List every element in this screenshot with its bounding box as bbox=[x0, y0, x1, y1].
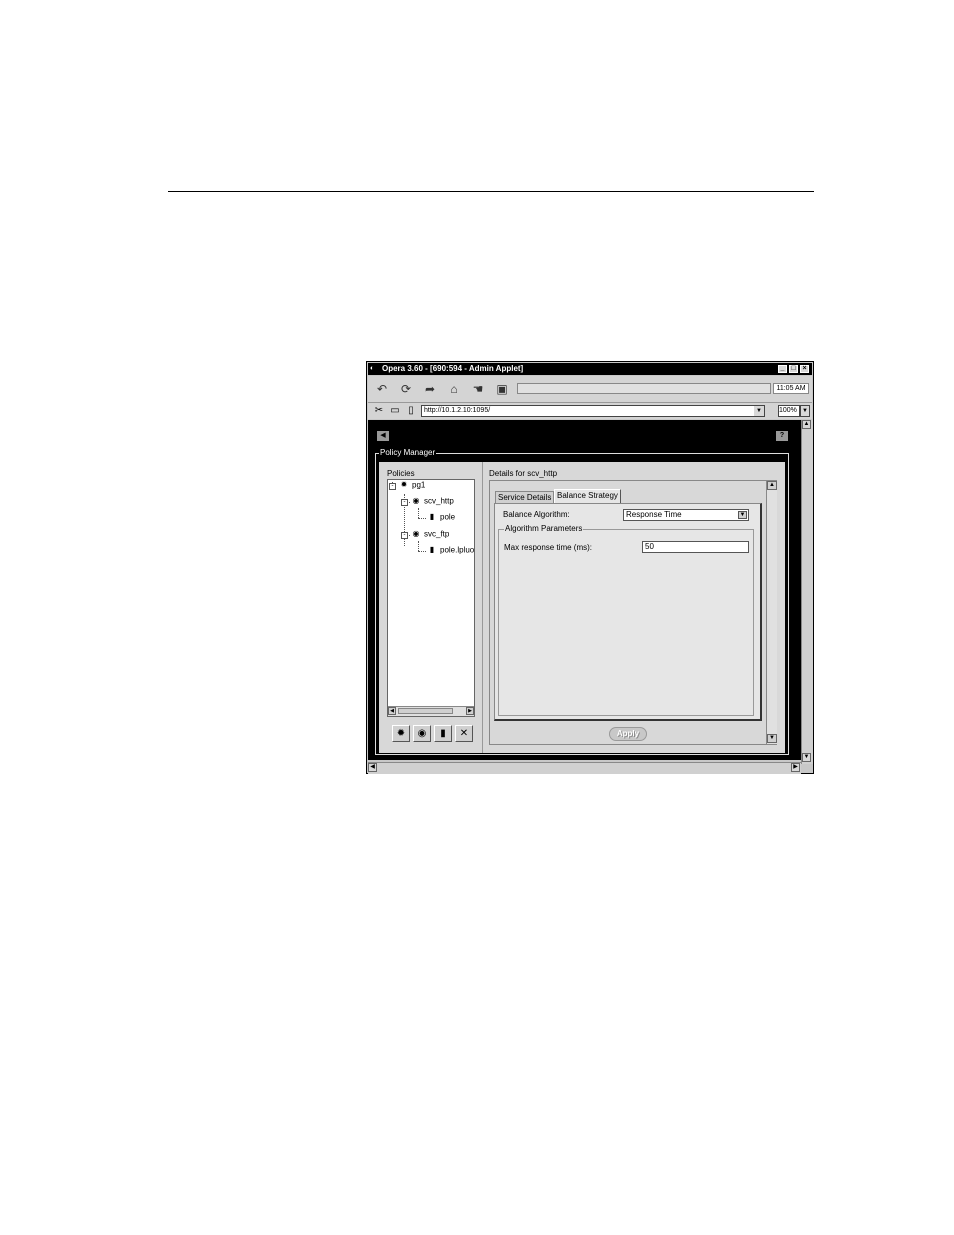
server-icon: ▮ bbox=[429, 545, 435, 554]
home-icon[interactable]: ⌂ bbox=[446, 381, 462, 397]
tree-item-pg1[interactable]: ✹ pg1 bbox=[398, 480, 426, 491]
maximize-button[interactable]: □ bbox=[789, 365, 798, 373]
scroll-right-icon[interactable]: ▶ bbox=[466, 707, 474, 715]
expand-svc-ftp-icon[interactable]: - bbox=[401, 532, 408, 539]
max-response-time-label: Max response time (ms): bbox=[504, 543, 593, 552]
tree-horizontal-scrollbar[interactable]: ◀ ▶ bbox=[388, 706, 474, 716]
service-icon: ◉ bbox=[412, 529, 420, 538]
tree-item-svc-ftp[interactable]: ◉ svc_ftp bbox=[410, 529, 450, 540]
page-icon[interactable]: ▣ bbox=[494, 381, 510, 397]
scroll-up-icon[interactable]: ▲ bbox=[767, 481, 777, 490]
expand-scv-http-icon[interactable]: - bbox=[401, 499, 408, 506]
tools-icon[interactable]: ✂ bbox=[373, 405, 385, 417]
scroll-down-icon[interactable]: ▼ bbox=[767, 734, 777, 743]
scroll-right-icon[interactable]: ▶ bbox=[791, 763, 800, 772]
balance-algorithm-value: Response Time bbox=[626, 510, 682, 519]
scroll-down-icon[interactable]: ▼ bbox=[802, 753, 811, 762]
add-group-button[interactable]: ✹ bbox=[392, 725, 410, 742]
browser-window: ◐ Opera 3.60 - [690:594 - Admin Applet] … bbox=[366, 361, 814, 774]
forward-icon[interactable]: ➦ bbox=[422, 381, 438, 397]
back-icon[interactable]: ↶ bbox=[374, 381, 390, 397]
progress-bar bbox=[517, 383, 771, 394]
policy-manager-panel: Policy Manager Policies - ✹ pg1 - ◉ scv_… bbox=[375, 448, 789, 755]
chevron-down-icon[interactable]: ▼ bbox=[738, 511, 747, 519]
scroll-up-icon[interactable]: ▲ bbox=[802, 420, 811, 429]
url-input[interactable]: http://10.1.2.10:1095/ ▼ bbox=[421, 405, 765, 417]
expand-pg1-icon[interactable]: - bbox=[389, 483, 396, 490]
delete-button[interactable]: ✕ bbox=[455, 725, 473, 742]
scroll-thumb[interactable] bbox=[398, 708, 453, 714]
zoom-dropdown-icon[interactable]: ▼ bbox=[800, 405, 810, 417]
page-content: ◀ ? Policy Manager Policies - ✹ pg1 - ◉ … bbox=[368, 420, 801, 760]
window-title: Opera 3.60 - [690:594 - Admin Applet] bbox=[382, 364, 524, 373]
applet-back-icon[interactable]: ◀ bbox=[377, 431, 389, 441]
page-horizontal-scrollbar[interactable]: ◀ ▶ bbox=[368, 762, 801, 774]
add-service-button[interactable]: ◉ bbox=[413, 725, 431, 742]
toolbar: ↶ ⟳ ➦ ⌂ ☚ ▣ 11:05 AM bbox=[368, 376, 812, 403]
close-button[interactable]: × bbox=[800, 365, 809, 373]
scroll-left-icon[interactable]: ◀ bbox=[388, 707, 396, 715]
policy-manager-body: Policies - ✹ pg1 - ◉ scv_http ▮ pole - ◉… bbox=[379, 462, 785, 753]
details-panel: Service Details Balance Strategy Balance… bbox=[489, 480, 777, 745]
page-rule bbox=[168, 191, 814, 192]
title-bar: ◐ Opera 3.60 - [690:594 - Admin Applet] … bbox=[368, 363, 812, 375]
policies-label: Policies bbox=[387, 469, 415, 478]
scroll-left-icon[interactable]: ◀ bbox=[368, 763, 377, 772]
server-icon: ▮ bbox=[429, 512, 435, 521]
hotlist-icon[interactable]: ☚ bbox=[470, 381, 486, 397]
url-text: http://10.1.2.10:1095/ bbox=[424, 407, 491, 414]
max-response-time-input[interactable]: 50 bbox=[642, 541, 749, 553]
page-vertical-scrollbar[interactable]: ▲ ▼ bbox=[801, 420, 813, 764]
reload-icon[interactable]: ⟳ bbox=[398, 381, 414, 397]
clock: 11:05 AM bbox=[773, 383, 809, 394]
algorithm-parameters-title: Algorithm Parameters bbox=[504, 524, 584, 534]
policy-manager-title: Policy Manager bbox=[379, 448, 437, 458]
service-icon: ◉ bbox=[412, 496, 420, 505]
algorithm-parameters-group: Algorithm Parameters Max response time (… bbox=[498, 524, 754, 716]
policy-tree: - ✹pg1 - ◉scv_http ▮pole - ◉svc_ftp bbox=[387, 479, 475, 717]
panel-divider bbox=[482, 462, 483, 753]
document-icon[interactable]: ▯ bbox=[405, 405, 417, 417]
apply-button[interactable]: Apply bbox=[609, 727, 647, 741]
balance-algorithm-select[interactable]: Response Time ▼ bbox=[623, 509, 749, 521]
group-icon: ✹ bbox=[400, 480, 408, 489]
opera-icon: ◐ bbox=[370, 365, 375, 372]
tree-item-scv-http[interactable]: ◉ scv_http bbox=[410, 496, 454, 507]
details-label: Details for scv_http bbox=[489, 469, 558, 478]
help-icon[interactable]: ? bbox=[776, 431, 788, 441]
zoom-field[interactable]: 100% bbox=[778, 405, 800, 417]
balance-algorithm-label: Balance Algorithm: bbox=[503, 510, 570, 519]
add-server-button[interactable]: ▮ bbox=[434, 725, 452, 742]
minimize-button[interactable]: _ bbox=[778, 365, 787, 373]
address-bar: ✂ ▭ ▯ http://10.1.2.10:1095/ ▼ 100% ▼ bbox=[368, 403, 812, 419]
tree-item-pole-lpluo[interactable]: ▮ pole.lpluo bbox=[426, 545, 474, 556]
chevron-down-icon[interactable]: ▼ bbox=[754, 406, 764, 416]
balance-strategy-tab-body: Balance Algorithm: Response Time ▼ Algor… bbox=[494, 503, 762, 721]
window-icon[interactable]: ▭ bbox=[389, 405, 401, 417]
details-vertical-scrollbar[interactable]: ▲ ▼ bbox=[766, 481, 777, 744]
tree-item-pole[interactable]: ▮ pole bbox=[426, 512, 455, 523]
